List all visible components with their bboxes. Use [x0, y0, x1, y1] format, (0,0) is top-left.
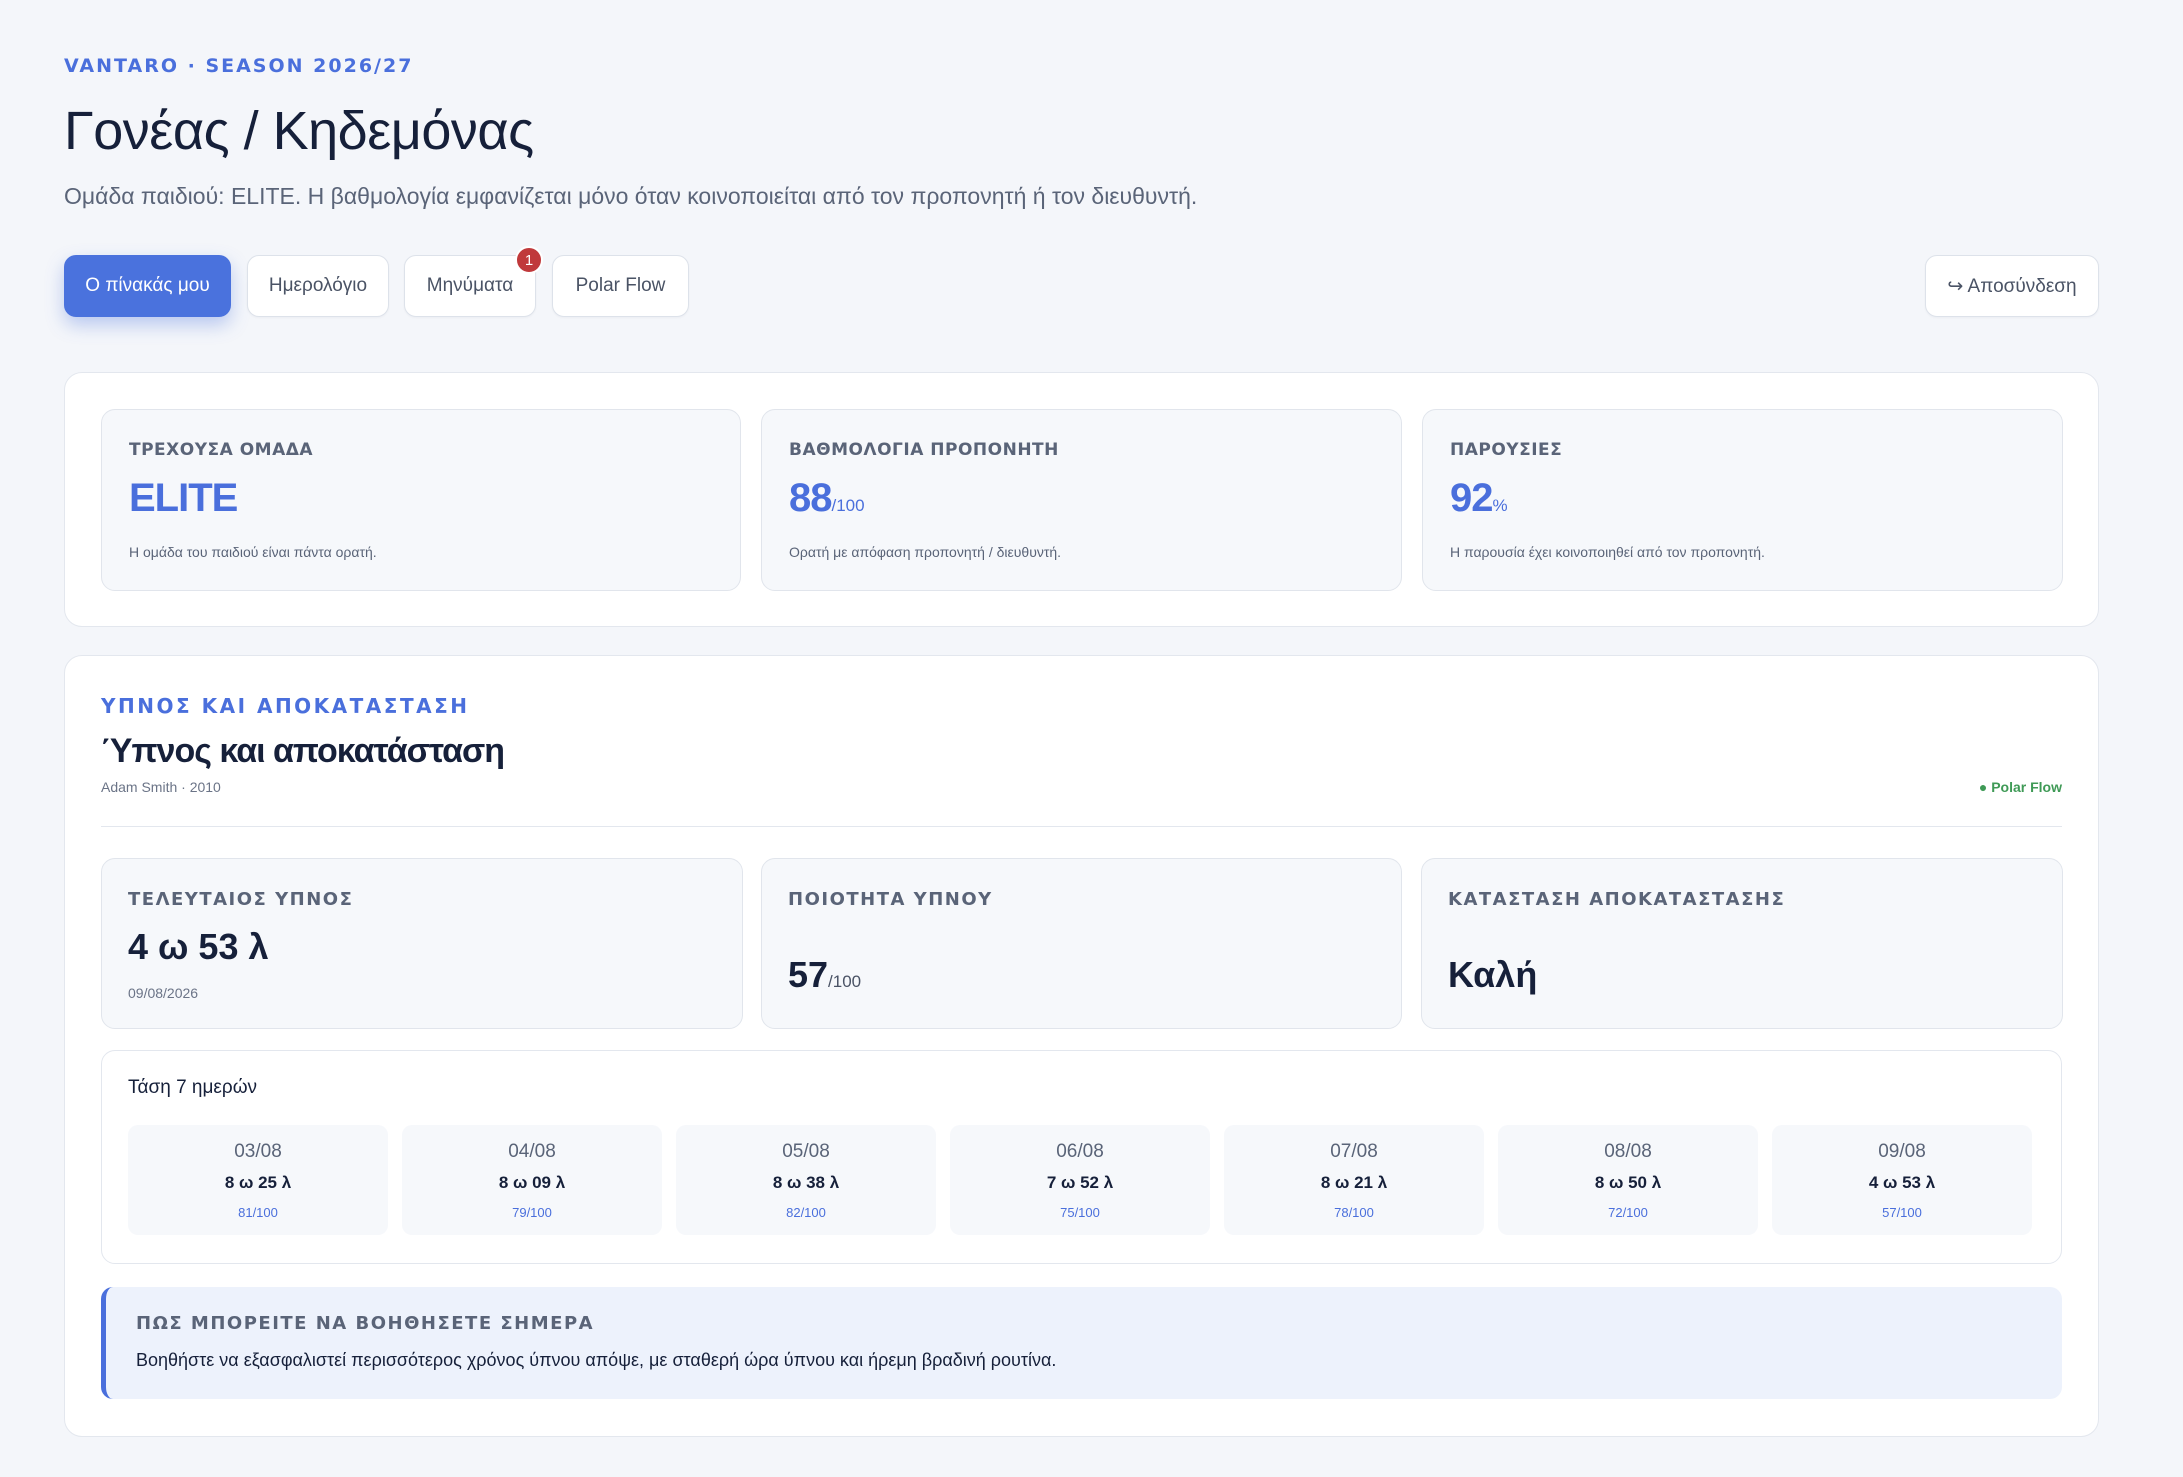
last-sleep-value: 4 ω 53 λ: [128, 926, 269, 967]
page-subtitle: Ομάδα παιδιού: ELITE. Η βαθμολογία εμφαν…: [64, 183, 1198, 209]
trend-day-duration: 4 ω 53 λ: [1868, 1173, 1936, 1192]
sleep-eyebrow: ΥΠΝΟΣ ΚΑΙ ΑΠΟΚΑΤΑΣΤΑΣΗ: [101, 694, 470, 718]
trend-day-score: 57/100: [1882, 1205, 1922, 1220]
trend-day-date: 09/08: [1878, 1141, 1926, 1162]
trend-day: 09/08 4 ω 53 λ 57/100: [1772, 1125, 2032, 1235]
recovery-value: Καλή: [1448, 954, 1538, 995]
sleep-title: Ύπνος και αποκατάσταση: [101, 732, 505, 770]
team-value: ELITE: [129, 476, 238, 520]
trend-day-score: 81/100: [238, 1205, 278, 1220]
athlete-meta: Adam Smith · 2010: [101, 779, 221, 795]
trend-day-score: 75/100: [1060, 1205, 1100, 1220]
trend-panel: Τάση 7 ημερών 03/08 8 ω 25 λ 81/100 04/08 8 …: [101, 1050, 2062, 1264]
tab-calendar[interactable]: Ημερολόγιο: [247, 255, 389, 317]
trend-day: 07/08 8 ω 21 λ 78/100: [1224, 1125, 1484, 1235]
tab-messages[interactable]: Μηνύματα 1: [404, 246, 543, 317]
help-callout: ΠΩΣ ΜΠΟΡΕΙΤΕ ΝΑ ΒΟΗΘΗΣΕΤΕ ΣΗΜΕΡΑ Βοηθήστ…: [101, 1287, 2062, 1399]
summary-card: ΤΡΕΧΟΥΣΑ ΟΜΑΔΑ ELITE Η ομάδα του παιδιού…: [64, 372, 2099, 627]
rating-value: 88/100: [789, 476, 865, 520]
trend-day: 05/08 8 ω 38 λ 82/100: [676, 1125, 936, 1235]
source-tag: ● Polar Flow: [1978, 779, 2062, 795]
trend-day-date: 08/08: [1604, 1141, 1652, 1162]
trend-day-duration: 8 ω 25 λ: [224, 1173, 292, 1192]
team-label: ΤΡΕΧΟΥΣΑ ΟΜΑΔΑ: [129, 440, 314, 460]
team-note: Η ομάδα του παιδιού είναι πάντα ορατή.: [129, 544, 377, 560]
logout-button[interactable]: ↪ Αποσύνδεση: [1925, 255, 2099, 317]
attendance-note: Η παρουσία έχει κοινοποιηθεί από τον προ…: [1450, 544, 1765, 560]
recovery-label: ΚΑΤΑΣΤΑΣΗ ΑΠΟΚΑΤΑΣΤΑΣΗΣ: [1448, 889, 1786, 910]
page-title: Γονέας / Κηδεμόνας: [64, 101, 534, 161]
rating-note: Ορατή με απόφαση προπονητή / διευθυντή.: [789, 544, 1062, 560]
trend-day-date: 04/08: [508, 1141, 556, 1162]
trend-day: 03/08 8 ω 25 λ 81/100: [128, 1125, 388, 1235]
tab-messages-label: Μηνύματα: [426, 275, 514, 296]
tab-my-dashboard[interactable]: Ο πίνακάς μου: [64, 255, 231, 317]
trend-day: 06/08 7 ω 52 λ 75/100: [950, 1125, 1210, 1235]
sleep-quality-label: ΠΟΙΟΤΗΤΑ ΥΠΝΟΥ: [788, 889, 993, 910]
team-tile: ΤΡΕΧΟΥΣΑ ΟΜΑΔΑ ELITE Η ομάδα του παιδιού…: [101, 409, 741, 591]
attendance-value: 92%: [1450, 476, 1508, 520]
rating-tile: ΒΑΘΜΟΛΟΓΙΑ ΠΡΟΠΟΝΗΤΗ 88/100 Ορατή με από…: [761, 409, 1402, 591]
trend-day-date: 07/08: [1330, 1141, 1378, 1162]
sleep-quality-tile: ΠΟΙΟΤΗΤΑ ΥΠΝΟΥ 57/100: [761, 858, 1402, 1029]
trend-day-duration: 8 ω 21 λ: [1320, 1173, 1388, 1192]
unread-badge: 1: [515, 246, 543, 274]
tab-polar-flow[interactable]: Polar Flow: [552, 255, 689, 317]
trend-day-duration: 8 ω 50 λ: [1594, 1173, 1662, 1192]
trend-day-date: 06/08: [1056, 1141, 1104, 1162]
trend-day: 04/08 8 ω 09 λ 79/100: [402, 1125, 662, 1235]
sleep-card: ΥΠΝΟΣ ΚΑΙ ΑΠΟΚΑΤΑΣΤΑΣΗ Ύπνος και αποκατά…: [64, 655, 2099, 1437]
trend-day-duration: 7 ω 52 λ: [1046, 1173, 1114, 1192]
last-sleep-label: ΤΕΛΕΥΤΑΙΟΣ ΥΠΝΟΣ: [128, 889, 354, 910]
last-sleep-date: 09/08/2026: [128, 985, 199, 1001]
recovery-tile: ΚΑΤΑΣΤΑΣΗ ΑΠΟΚΑΤΑΣΤΑΣΗΣ Καλή: [1421, 858, 2063, 1029]
trend-day: 08/08 8 ω 50 λ 72/100: [1498, 1125, 1758, 1235]
attendance-tile: ΠΑΡΟΥΣΙΕΣ 92% Η παρουσία έχει κοινοποιηθ…: [1422, 409, 2063, 591]
trend-day-score: 82/100: [786, 1205, 826, 1220]
trend-day-score: 72/100: [1608, 1205, 1648, 1220]
trend-title: Τάση 7 ημερών: [128, 1077, 258, 1098]
trend-day-duration: 8 ω 38 λ: [772, 1173, 840, 1192]
trend-day-score: 79/100: [512, 1205, 552, 1220]
help-title: ΠΩΣ ΜΠΟΡΕΙΤΕ ΝΑ ΒΟΗΘΗΣΕΤΕ ΣΗΜΕΡΑ: [136, 1313, 595, 1334]
last-sleep-tile: ΤΕΛΕΥΤΑΙΟΣ ΥΠΝΟΣ 4 ω 53 λ 09/08/2026: [101, 858, 743, 1029]
attendance-label: ΠΑΡΟΥΣΙΕΣ: [1450, 440, 1563, 460]
brand-eyebrow: VANTARO · SEASON 2026/27: [64, 55, 414, 77]
trend-day-duration: 8 ω 09 λ: [498, 1173, 566, 1192]
main-nav: Ο πίνακάς μου Ημερολόγιο Μηνύματα 1 Pola…: [64, 246, 2099, 317]
help-text: Βοηθήστε να εξασφαλιστεί περισσότερος χρ…: [136, 1350, 1057, 1370]
sleep-quality-value: 57/100: [788, 954, 862, 995]
trend-day-score: 78/100: [1334, 1205, 1374, 1220]
trend-day-date: 03/08: [234, 1141, 282, 1162]
rating-label: ΒΑΘΜΟΛΟΓΙΑ ΠΡΟΠΟΝΗΤΗ: [789, 440, 1059, 460]
trend-day-date: 05/08: [782, 1141, 830, 1162]
divider: [101, 826, 2062, 827]
